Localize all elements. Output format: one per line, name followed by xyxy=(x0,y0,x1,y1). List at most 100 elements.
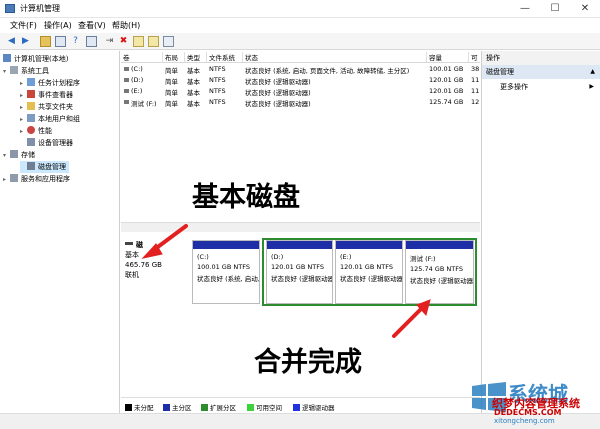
maximize-button[interactable]: ☐ xyxy=(540,0,570,18)
collapse-icon[interactable]: ▾ xyxy=(3,150,10,162)
volume-row[interactable]: (D:) 简单 基本 NTFS 状态良好 (逻辑驱动器) 120.01 GB 11 xyxy=(121,75,480,86)
tree-local-users[interactable]: ▸ 本地用户和组 xyxy=(20,113,80,125)
more-actions[interactable]: 更多操作 xyxy=(500,82,528,92)
menu-action[interactable]: 操作(A) xyxy=(44,20,72,31)
up-folder-icon[interactable] xyxy=(40,36,51,47)
column-status[interactable]: 状态 xyxy=(245,52,427,62)
delete-icon[interactable]: ✖ xyxy=(118,36,129,47)
show-hide-tree-icon[interactable] xyxy=(55,36,66,47)
column-free[interactable]: 可 xyxy=(471,52,480,62)
partition-status: 状态良好 (系统, 启动, 页面 xyxy=(197,275,259,283)
new-icon[interactable] xyxy=(133,36,144,47)
toolbar: ◀ ▶ ? ⇥ ✖ xyxy=(0,33,600,50)
partition-label: (E:) xyxy=(340,253,352,261)
partition-size: 120.01 GB NTFS xyxy=(340,263,393,271)
device-manager-icon xyxy=(27,138,35,146)
minimize-button[interactable]: — xyxy=(510,0,540,18)
legend-swatch xyxy=(125,404,132,411)
volume-cell: 状态良好 (逻辑驱动器) xyxy=(245,100,311,108)
actions-section-disk-management[interactable]: 磁盘管理 ▲ xyxy=(482,65,600,79)
forward-arrow-icon[interactable]: ▶ xyxy=(20,36,31,47)
back-arrow-icon[interactable]: ◀ xyxy=(6,36,17,47)
event-viewer-icon xyxy=(27,90,35,98)
partition-status: 状态良好 (逻辑驱动器) xyxy=(340,275,402,283)
disk-size: 465.76 GB xyxy=(125,261,162,269)
column-layout[interactable]: 布局 xyxy=(165,52,185,62)
close-button[interactable]: ✕ xyxy=(570,0,600,18)
menu-file[interactable]: 文件(F) xyxy=(10,20,37,31)
export-icon[interactable] xyxy=(163,36,174,47)
volume-cell: 状态良好 (逻辑驱动器) xyxy=(245,89,311,97)
partition-bar xyxy=(193,241,259,249)
volume-cell: NTFS xyxy=(209,76,226,84)
tree-performance[interactable]: ▸ 性能 xyxy=(20,125,52,137)
volume-row[interactable]: (C:) 简单 基本 NTFS 状态良好 (系统, 启动, 页面文件, 活动, 故障转储… xyxy=(121,64,480,75)
tree-system-tools[interactable]: ▾ 系统工具 xyxy=(3,65,49,77)
volume-cell: 11 xyxy=(471,76,480,84)
legend-label: 可用空间 xyxy=(256,404,282,412)
legend-swatch xyxy=(293,404,300,411)
volume-list-header: 卷 布局 类型 文件系统 状态 容量 可 xyxy=(121,51,480,63)
column-capacity[interactable]: 容量 xyxy=(429,52,469,62)
tree-storage[interactable]: ▾ 存储 xyxy=(3,149,35,161)
tree-services[interactable]: ▸ 服务和应用程序 xyxy=(3,173,70,185)
collapse-up-icon[interactable]: ▲ xyxy=(590,65,595,79)
partition-e[interactable]: (E:) 120.01 GB NTFS 状态良好 (逻辑驱动器) xyxy=(335,240,403,304)
watermark-dedecms: DEDECMS.COM xyxy=(494,408,562,417)
disk-status: 联机 xyxy=(125,271,139,279)
partition-size: 120.01 GB NTFS xyxy=(271,263,324,271)
volume-cell: 12 xyxy=(471,98,480,106)
partition-f[interactable]: 测试 (F:) 125.74 GB NTFS 状态良好 (逻辑驱动器 xyxy=(405,240,474,304)
partition-d[interactable]: (D:) 120.01 GB NTFS 状态良好 (逻辑驱动器) xyxy=(266,240,333,304)
help-icon[interactable]: ? xyxy=(70,36,81,47)
horizontal-scrollbar[interactable] xyxy=(121,222,480,232)
volume-row[interactable]: 测试 (F:) 简单 基本 NTFS 状态良好 (逻辑驱动器) 125.74 GB 12 xyxy=(121,97,480,108)
connect-icon[interactable]: ⇥ xyxy=(104,36,115,47)
volume-cell: 简单 xyxy=(165,89,178,97)
menu-view[interactable]: 查看(V) xyxy=(78,20,106,31)
tree-root[interactable]: 计算机管理(本地) xyxy=(3,53,68,65)
menu-help[interactable]: 帮助(H) xyxy=(112,20,140,31)
tree-shared-folders-label: 共享文件夹 xyxy=(38,103,73,111)
services-icon xyxy=(10,174,18,182)
properties-icon[interactable] xyxy=(86,36,97,47)
computer-management-icon xyxy=(5,4,15,13)
volume-cell: 120.01 GB xyxy=(429,76,464,84)
volume-icon xyxy=(124,89,129,93)
expand-icon[interactable]: ▸ xyxy=(20,126,27,138)
tree-disk-management[interactable]: 磁盘管理 xyxy=(20,161,69,173)
menu-bar: 文件(F) 操作(A) 查看(V) 帮助(H) xyxy=(0,18,600,33)
disk-name: 磁 xyxy=(136,241,143,249)
actions-title: 操作 xyxy=(482,51,600,65)
performance-icon xyxy=(27,126,35,134)
annotation-merge-done: 合并完成 xyxy=(254,347,362,378)
tree-event-viewer[interactable]: ▸ 事件查看器 xyxy=(20,89,73,101)
volume-cell: 简单 xyxy=(165,100,178,108)
site-watermark: 系统城 织梦内容管理系统 DEDECMS.COM xitongcheng.com xyxy=(466,378,600,429)
column-type[interactable]: 类型 xyxy=(187,52,207,62)
volume-cell: 基本 xyxy=(187,78,200,86)
volume-cell: 125.74 GB xyxy=(429,98,464,106)
legend-label: 未分配 xyxy=(134,404,154,412)
disk-0-label[interactable]: 磁 基本 465.76 GB 联机 xyxy=(125,240,191,304)
refresh-icon[interactable] xyxy=(148,36,159,47)
legend-free-space: 可用空间 xyxy=(247,402,282,412)
volume-cell: 基本 xyxy=(187,89,200,97)
title-bar: 计算机管理 — ☐ ✕ xyxy=(0,0,600,18)
expand-icon[interactable]: ▸ xyxy=(3,174,10,186)
tree-device-manager-label: 设备管理器 xyxy=(38,139,73,147)
tree-shared-folders[interactable]: ▸ 共享文件夹 xyxy=(20,101,73,113)
column-filesystem[interactable]: 文件系统 xyxy=(209,52,243,62)
tree-task-scheduler[interactable]: ▸ 任务计划程序 xyxy=(20,77,80,89)
partition-bar xyxy=(336,241,402,249)
legend-label: 扩展分区 xyxy=(210,404,236,412)
partition-label: (C:) xyxy=(197,253,209,261)
disk-icon xyxy=(125,242,133,245)
collapse-icon[interactable]: ▾ xyxy=(3,66,10,78)
column-volume[interactable]: 卷 xyxy=(123,52,163,62)
legend-label: 逻辑驱动器 xyxy=(302,404,335,412)
partition-c[interactable]: (C:) 100.01 GB NTFS 状态良好 (系统, 启动, 页面 xyxy=(192,240,260,304)
volume-row[interactable]: (E:) 简单 基本 NTFS 状态良好 (逻辑驱动器) 120.01 GB 11 xyxy=(121,86,480,97)
tree-services-label: 服务和应用程序 xyxy=(21,175,70,183)
tree-device-manager[interactable]: 设备管理器 xyxy=(27,137,73,149)
